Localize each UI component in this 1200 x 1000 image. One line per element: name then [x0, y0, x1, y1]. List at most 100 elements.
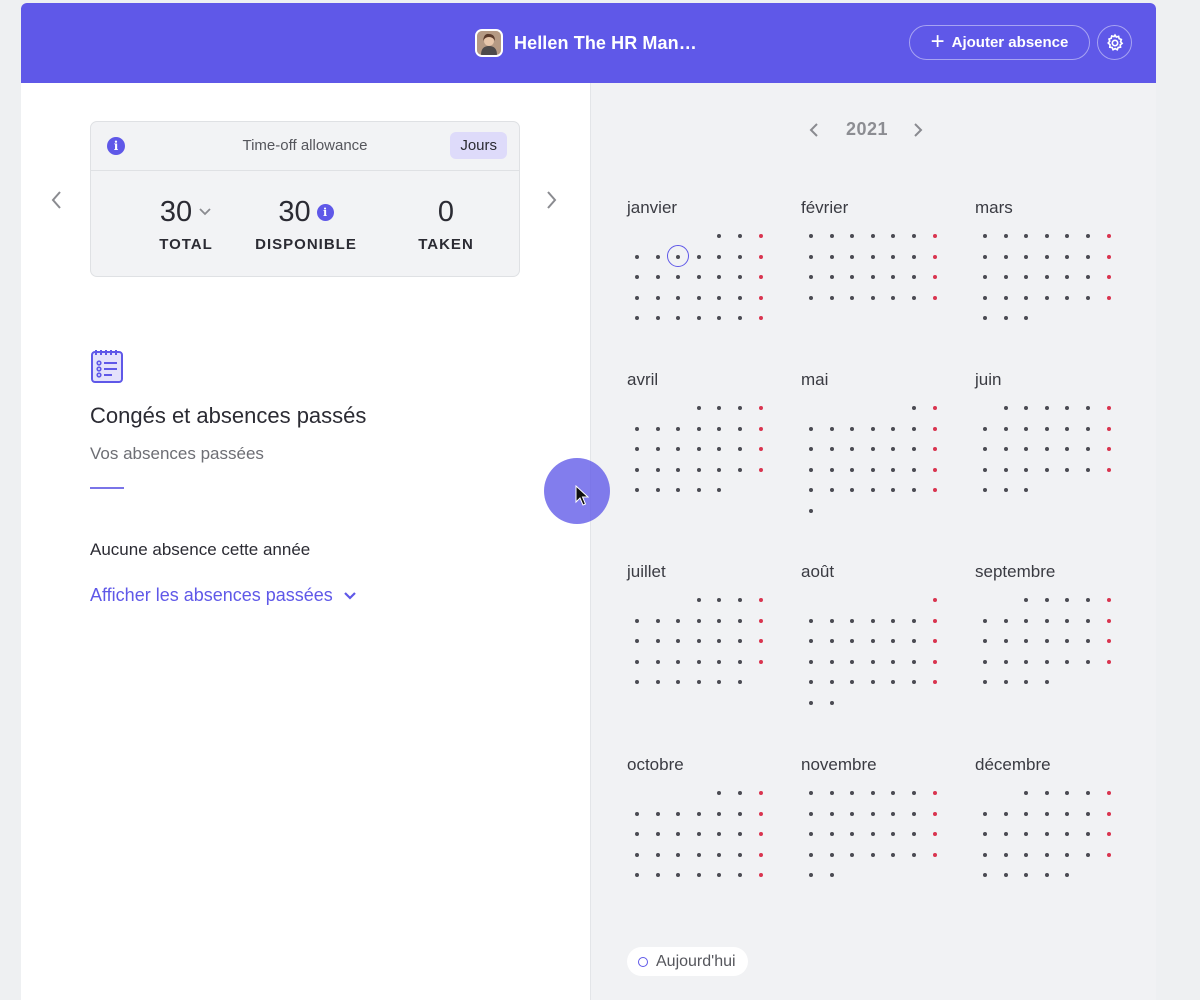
day-27[interactable]: [870, 488, 875, 493]
day-5[interactable]: [1106, 598, 1111, 602]
day-11[interactable]: [870, 254, 875, 259]
day-18[interactable]: [1065, 447, 1070, 452]
day-10[interactable]: [1044, 426, 1049, 431]
day-4[interactable]: [1086, 791, 1090, 795]
day-8[interactable]: [983, 254, 987, 259]
day-1[interactable]: [717, 791, 722, 795]
day-1[interactable]: [1024, 598, 1029, 602]
day-7[interactable]: [1106, 234, 1111, 238]
day-11[interactable]: [870, 811, 875, 816]
day-15[interactable]: [1024, 832, 1029, 837]
day-3[interactable]: [738, 406, 742, 410]
day-29[interactable]: [932, 680, 937, 685]
day-11[interactable]: [1086, 811, 1090, 816]
day-27[interactable]: [983, 873, 987, 878]
day-7[interactable]: [891, 426, 896, 431]
day-16[interactable]: [1003, 275, 1008, 280]
day-23[interactable]: [1044, 659, 1049, 664]
day-18[interactable]: [635, 295, 639, 300]
day-14[interactable]: [1003, 832, 1008, 837]
day-14[interactable]: [676, 639, 681, 644]
day-13[interactable]: [676, 832, 681, 837]
day-18[interactable]: [829, 467, 834, 472]
day-13[interactable]: [870, 447, 875, 452]
day-23[interactable]: [829, 295, 834, 300]
day-14[interactable]: [891, 447, 896, 452]
day-24[interactable]: [809, 488, 813, 493]
day-17[interactable]: [758, 275, 763, 280]
day-2[interactable]: [1044, 598, 1049, 602]
day-5[interactable]: [891, 234, 896, 238]
day-5[interactable]: [655, 811, 660, 816]
day-26[interactable]: [870, 680, 875, 685]
day-31[interactable]: [1024, 316, 1029, 321]
day-20[interactable]: [870, 467, 875, 472]
day-21[interactable]: [676, 659, 681, 664]
day-6[interactable]: [870, 426, 875, 431]
day-19[interactable]: [1086, 447, 1090, 452]
day-6[interactable]: [891, 618, 896, 623]
day-23[interactable]: [1024, 467, 1029, 472]
day-29[interactable]: [696, 488, 701, 493]
day-27[interactable]: [676, 316, 681, 321]
day-16[interactable]: [829, 832, 834, 837]
day-16[interactable]: [738, 275, 742, 280]
day-27[interactable]: [912, 295, 916, 300]
day-4[interactable]: [870, 234, 875, 238]
day-30[interactable]: [932, 488, 937, 493]
day-13[interactable]: [983, 639, 987, 644]
day-3[interactable]: [809, 426, 813, 431]
day-7[interactable]: [696, 811, 701, 816]
day-7[interactable]: [676, 618, 681, 623]
day-9[interactable]: [829, 254, 834, 259]
day-24[interactable]: [758, 295, 763, 300]
day-26[interactable]: [1065, 295, 1070, 300]
day-8[interactable]: [696, 618, 701, 623]
day-26[interactable]: [891, 852, 896, 857]
day-15[interactable]: [717, 275, 722, 280]
day-1[interactable]: [912, 406, 916, 410]
day-10[interactable]: [1065, 618, 1070, 623]
day-18[interactable]: [758, 639, 763, 644]
chevron-left-icon[interactable]: [47, 188, 67, 212]
day-9[interactable]: [1024, 426, 1029, 431]
day-12[interactable]: [1086, 426, 1090, 431]
day-22[interactable]: [912, 467, 916, 472]
day-11[interactable]: [635, 832, 639, 837]
day-11[interactable]: [1065, 426, 1070, 431]
day-15[interactable]: [696, 447, 701, 452]
day-5[interactable]: [1106, 791, 1111, 795]
day-4[interactable]: [1065, 406, 1070, 410]
day-6[interactable]: [912, 791, 916, 795]
day-22[interactable]: [809, 852, 813, 857]
day-24[interactable]: [829, 680, 834, 685]
day-27[interactable]: [655, 488, 660, 493]
day-11[interactable]: [635, 275, 639, 280]
day-27[interactable]: [1086, 295, 1090, 300]
day-2[interactable]: [717, 406, 722, 410]
day-15[interactable]: [696, 639, 701, 644]
day-18[interactable]: [1086, 639, 1090, 644]
day-30[interactable]: [1044, 873, 1049, 878]
day-3[interactable]: [1024, 234, 1029, 238]
day-12[interactable]: [850, 447, 855, 452]
day-24[interactable]: [1065, 852, 1070, 857]
day-6[interactable]: [676, 811, 681, 816]
day-20[interactable]: [891, 659, 896, 664]
day-19[interactable]: [891, 275, 896, 280]
next-year-button[interactable]: [912, 120, 926, 140]
day-14[interactable]: [696, 275, 701, 280]
day-12[interactable]: [655, 275, 660, 280]
day-10[interactable]: [850, 811, 855, 816]
day-9[interactable]: [1003, 254, 1008, 259]
day-20[interactable]: [912, 275, 916, 280]
day-22[interactable]: [696, 467, 701, 472]
day-20[interactable]: [655, 659, 660, 664]
day-16[interactable]: [1044, 832, 1049, 837]
day-19[interactable]: [635, 659, 639, 664]
previous-year-button[interactable]: [808, 120, 822, 140]
day-7[interactable]: [1003, 618, 1008, 623]
user-switcher[interactable]: Hellen The HR Man…: [475, 27, 697, 59]
day-30[interactable]: [829, 873, 834, 878]
day-7[interactable]: [1003, 811, 1008, 816]
